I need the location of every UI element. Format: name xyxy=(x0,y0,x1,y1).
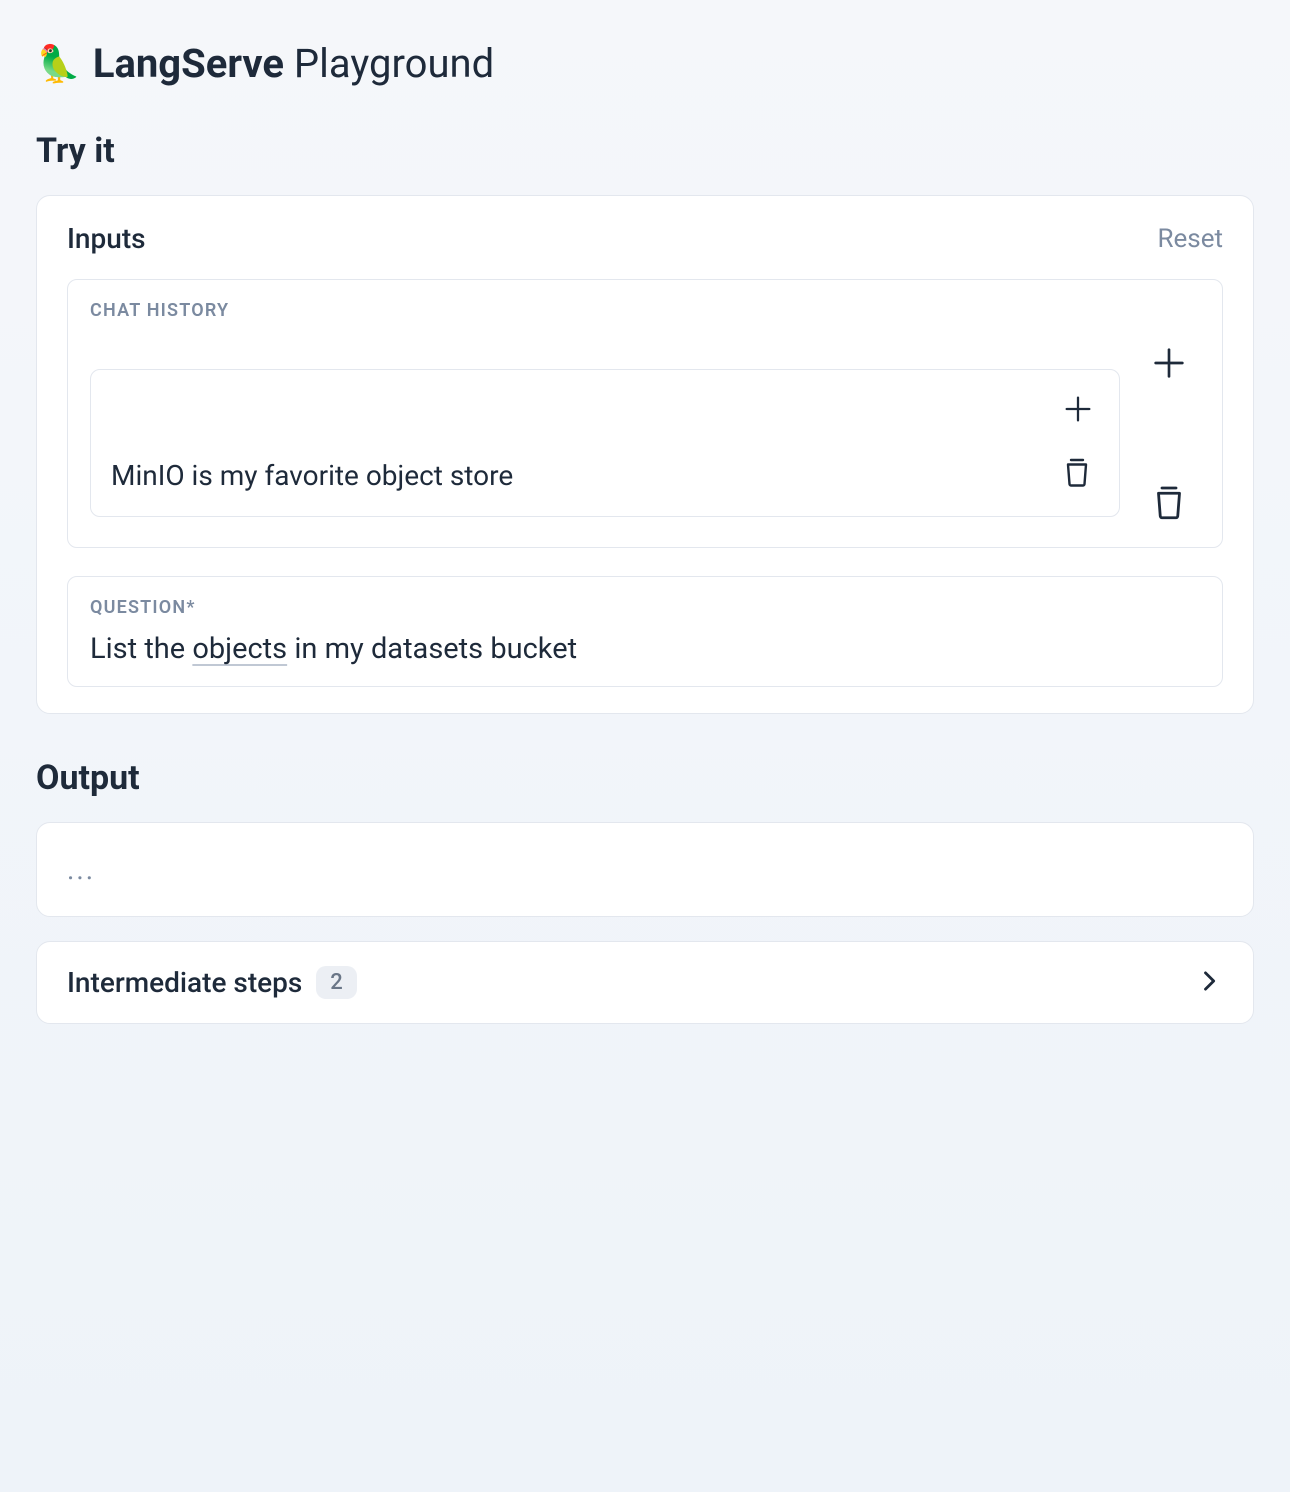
inputs-title: Inputs xyxy=(67,222,146,255)
parrot-icon: 🦜 xyxy=(36,43,81,85)
intermediate-steps-label: Intermediate steps xyxy=(67,966,302,999)
chat-history-label: CHAT HISTORY xyxy=(90,300,1200,321)
question-field: QUESTION* List the objects in my dataset… xyxy=(67,576,1223,687)
question-label: QUESTION* xyxy=(90,597,1200,618)
reset-button[interactable]: Reset xyxy=(1157,224,1223,254)
chat-message-item: MinIO is my favorite object store xyxy=(90,369,1120,517)
add-chat-message-button[interactable] xyxy=(1145,339,1193,387)
trash-icon xyxy=(1059,454,1095,490)
chat-message-text[interactable]: MinIO is my favorite object store xyxy=(111,453,513,492)
intermediate-steps-toggle[interactable]: Intermediate steps 2 xyxy=(36,941,1254,1024)
output-placeholder: ... xyxy=(67,853,1223,886)
output-heading: Output xyxy=(36,758,1254,798)
question-input[interactable]: List the objects in my datasets bucket xyxy=(90,632,1200,666)
plus-icon xyxy=(1149,343,1189,383)
title-bold: LangServe xyxy=(93,40,284,87)
add-message-content-button[interactable] xyxy=(1057,388,1099,430)
delete-chat-message-button[interactable] xyxy=(1144,477,1194,527)
page-title: 🦜 LangServe Playground xyxy=(36,40,1254,87)
trash-icon xyxy=(1148,481,1190,523)
chat-history-field: CHAT HISTORY xyxy=(67,279,1223,548)
plus-icon xyxy=(1061,392,1095,426)
intermediate-steps-count-badge: 2 xyxy=(316,966,357,999)
title-light: Playground xyxy=(294,40,494,87)
try-it-heading: Try it xyxy=(36,131,1254,171)
delete-message-content-button[interactable] xyxy=(1055,450,1099,494)
chevron-right-icon xyxy=(1195,967,1223,999)
inputs-card: Inputs Reset CHAT HISTORY xyxy=(36,195,1254,714)
output-card: ... xyxy=(36,822,1254,917)
